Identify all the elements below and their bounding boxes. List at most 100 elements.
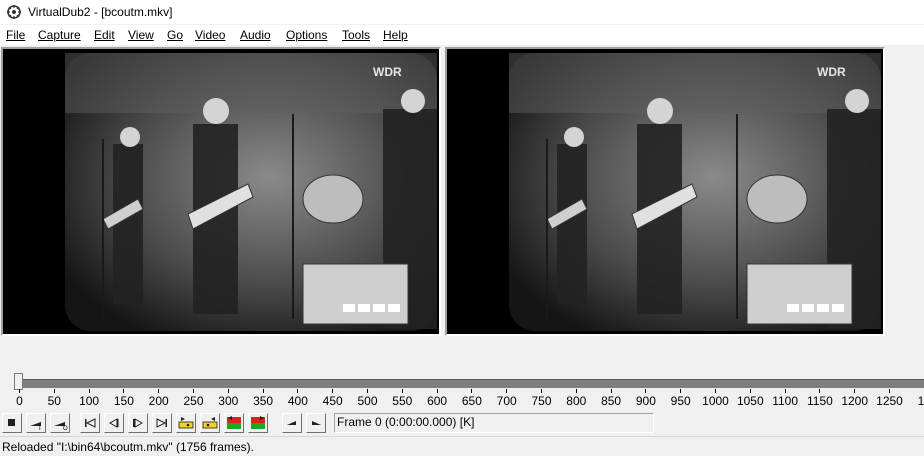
input-video-frame: WDR: [3, 49, 439, 334]
menu-options[interactable]: Options: [286, 28, 327, 43]
timeline-tick-label: 1250: [876, 394, 903, 408]
playback-toolbar: I O Frame 0 (0:00:00.000) [K]: [0, 412, 924, 436]
end-icon: [154, 415, 170, 431]
timeline-tick: [541, 389, 542, 393]
timeline-tick-label: 100: [79, 394, 99, 408]
input-video-pane[interactable]: WDR: [1, 47, 441, 336]
next-scene-icon: [250, 415, 266, 431]
menu-help[interactable]: Help: [383, 28, 408, 43]
window-title: VirtualDub2 - [bcoutm.mkv]: [28, 4, 173, 20]
timeline-tick-label: 50: [48, 394, 61, 408]
timeline-tick-label: 13: [918, 394, 924, 408]
previous-frame-button[interactable]: [104, 413, 124, 433]
timeline-tick-label: 200: [149, 394, 169, 408]
timeline-tick: [297, 389, 298, 393]
timeline-tick-label: 700: [497, 394, 517, 408]
menu-capture[interactable]: Capture: [38, 28, 81, 43]
timeline-tick: [471, 389, 472, 393]
previous-scene-button[interactable]: [224, 413, 244, 433]
go-to-start-button[interactable]: [80, 413, 100, 433]
timeline-tick: [54, 389, 55, 393]
timeline-tick: [611, 389, 612, 393]
menu-audio[interactable]: Audio: [240, 28, 271, 43]
timeline-tick: [576, 389, 577, 393]
timeline-tick-label: 1050: [737, 394, 764, 408]
go-to-end-button[interactable]: [152, 413, 172, 433]
next-keyframe-button[interactable]: [200, 413, 220, 433]
timeline-tick-label: 450: [323, 394, 343, 408]
timeline-tick: [680, 389, 681, 393]
timeline-tick: [889, 389, 890, 393]
timeline-tick: [402, 389, 403, 393]
menu-bar: File Capture Edit View Go Video Audio Op…: [0, 25, 924, 45]
previous-keyframe-button[interactable]: [176, 413, 196, 433]
timeline-tick-label: 950: [671, 394, 691, 408]
timeline-tick: [715, 389, 716, 393]
mark-out-icon: [308, 415, 324, 431]
timeline-tick: [750, 389, 751, 393]
mark-out-button[interactable]: [306, 413, 326, 433]
timeline-tick: [158, 389, 159, 393]
timeline-tick-label: 750: [531, 394, 551, 408]
next-scene-button[interactable]: [248, 413, 268, 433]
timeline-tick: [367, 389, 368, 393]
play-input-button[interactable]: I: [26, 413, 46, 433]
timeline-tick: [228, 389, 229, 393]
next-frame-icon: [130, 415, 146, 431]
timeline-tick-label: 400: [288, 394, 308, 408]
timeline-tick-label: 0: [16, 394, 23, 408]
output-video-pane[interactable]: WDR: [445, 47, 885, 336]
watermark-input: WDR: [373, 65, 402, 79]
start-icon: [82, 415, 98, 431]
status-bar: Reloaded "I:\bin64\bcoutm.mkv" (1756 fra…: [0, 436, 924, 456]
timeline-tick: [854, 389, 855, 393]
status-text: Reloaded "I:\bin64\bcoutm.mkv" (1756 fra…: [2, 440, 254, 454]
timeline-tick-label: 1100: [772, 394, 798, 408]
menu-tools[interactable]: Tools: [342, 28, 370, 43]
title-bar: VirtualDub2 - [bcoutm.mkv]: [0, 0, 924, 24]
timeline-tick-label: 1200: [841, 394, 868, 408]
menu-video[interactable]: Video: [195, 28, 225, 43]
frame-readout[interactable]: Frame 0 (0:00:00.000) [K]: [334, 413, 654, 433]
play-output-icon: O: [52, 415, 68, 431]
timeline-tick-label: 650: [462, 394, 482, 408]
timeline-tick: [506, 389, 507, 393]
timeline-tick-label: 500: [357, 394, 377, 408]
timeline-tick: [645, 389, 646, 393]
timeline-tick: [193, 389, 194, 393]
timeline-tick-label: 1150: [807, 394, 833, 408]
menu-file[interactable]: File: [6, 28, 25, 43]
timeline-tick-label: 900: [636, 394, 656, 408]
play-input-icon: I: [28, 415, 44, 431]
next-frame-button[interactable]: [128, 413, 148, 433]
next-key-icon: [202, 415, 218, 431]
timeline-tick: [263, 389, 264, 393]
stop-icon: [4, 415, 20, 431]
timeline-tick-label: 350: [253, 394, 273, 408]
timeline-tick: [332, 389, 333, 393]
prev-key-icon: [178, 415, 194, 431]
prev-frame-icon: [106, 415, 122, 431]
timeline-tick: [785, 389, 786, 393]
menu-go[interactable]: Go: [167, 28, 183, 43]
play-output-button[interactable]: O: [50, 413, 70, 433]
prev-scene-icon: [226, 415, 242, 431]
timeline-thumb[interactable]: [14, 373, 23, 390]
timeline-tick-label: 300: [218, 394, 238, 408]
svg-text:O: O: [63, 426, 68, 431]
timeline[interactable]: 0501001502002503003504004505005506006507…: [0, 370, 924, 410]
timeline-tick: [89, 389, 90, 393]
watermark-output: WDR: [817, 65, 846, 79]
mark-in-icon: [284, 415, 300, 431]
menu-view[interactable]: View: [128, 28, 154, 43]
timeline-tick-label: 150: [114, 394, 134, 408]
stop-button[interactable]: [2, 413, 22, 433]
timeline-tick-label: 850: [601, 394, 621, 408]
timeline-tick: [819, 389, 820, 393]
timeline-tick-label: 600: [427, 394, 447, 408]
timeline-tick-label: 250: [183, 394, 203, 408]
timeline-track[interactable]: [14, 379, 924, 388]
mark-in-button[interactable]: [282, 413, 302, 433]
menu-edit[interactable]: Edit: [94, 28, 115, 43]
app-icon: [6, 4, 22, 20]
